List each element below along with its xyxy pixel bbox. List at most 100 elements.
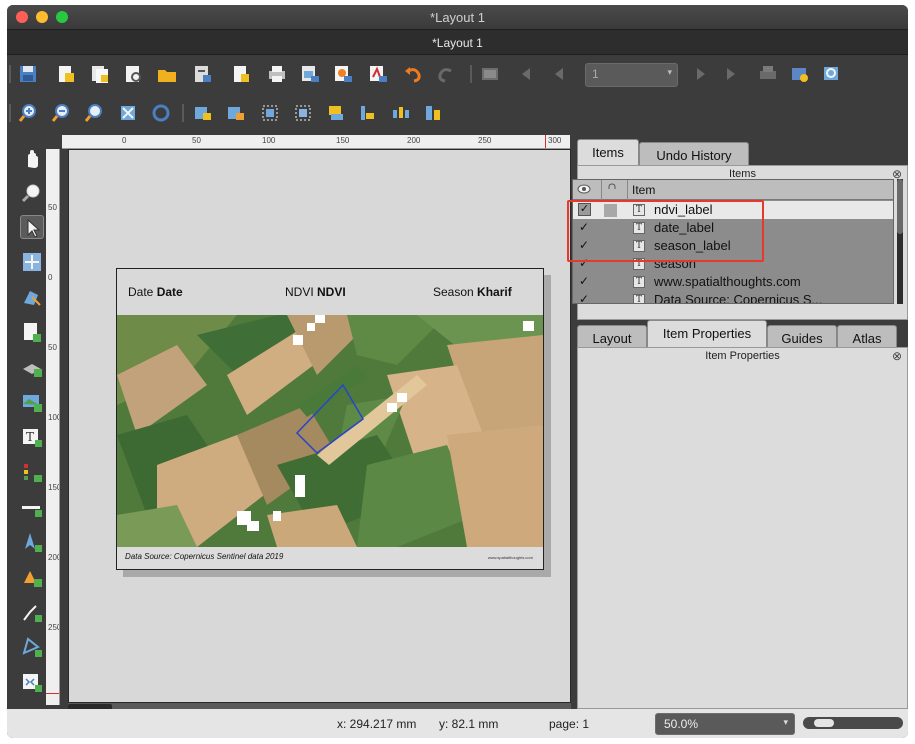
ruler-label: 0 <box>48 273 53 282</box>
zoom-slider-handle[interactable] <box>814 719 835 727</box>
atlas-settings-icon[interactable] <box>789 63 811 85</box>
refresh-icon[interactable] <box>150 102 172 124</box>
item-row-season-label[interactable]: ✓ T season_label <box>573 237 893 255</box>
undo-icon[interactable] <box>402 63 424 85</box>
add-3d-map-icon[interactable] <box>20 355 44 379</box>
item-row-website[interactable]: ✓ T www.spatialthoughts.com <box>573 273 893 291</box>
tab-atlas[interactable]: Atlas <box>837 325 897 347</box>
ungroup-items-icon[interactable] <box>292 102 314 124</box>
ndvi-label-item[interactable]: NDVI NDVI <box>285 285 346 299</box>
zoom-combo[interactable]: 50.0% ▾ <box>655 713 795 735</box>
toolbar-separator <box>9 65 11 83</box>
add-map-icon[interactable] <box>20 390 44 414</box>
layout-manager-icon[interactable] <box>122 63 144 85</box>
item-label: season_label <box>654 238 731 253</box>
atlas-preview-icon[interactable] <box>479 63 501 85</box>
visibility-checkbox[interactable]: ✓ <box>579 220 589 234</box>
ruler-label: 100 <box>48 413 59 422</box>
tab-guides[interactable]: Guides <box>767 325 837 347</box>
add-polyline-icon[interactable] <box>20 600 44 624</box>
layout-page[interactable]: Date Date NDVI NDVI Season Kharif Data S… <box>116 268 544 570</box>
website-label[interactable]: www.spatialthoughts.com <box>488 555 533 560</box>
tab-undo-history[interactable]: Undo History <box>639 142 749 165</box>
duplicate-layout-icon[interactable] <box>89 63 111 85</box>
last-feature-icon[interactable] <box>720 63 742 85</box>
close-icon[interactable]: ⊗ <box>892 349 902 363</box>
lock-checkbox[interactable] <box>604 204 617 217</box>
align-left-icon[interactable] <box>357 102 379 124</box>
item-row-date-label[interactable]: ✓ T date_label <box>573 219 893 237</box>
save-template-icon[interactable] <box>192 63 214 85</box>
select-tool-button[interactable] <box>20 215 44 239</box>
lock-column-header[interactable] <box>602 180 628 200</box>
add-polygon-icon[interactable] <box>20 635 44 659</box>
lock-items-icon[interactable] <box>192 102 214 124</box>
move-content-icon[interactable] <box>20 250 44 274</box>
visibility-checkbox[interactable]: ✓ <box>579 292 589 303</box>
export-image-icon[interactable] <box>299 63 321 85</box>
zoom-in-icon[interactable] <box>17 102 39 124</box>
item-row-ndvi-label[interactable]: ✓ T ndvi_label <box>573 201 893 219</box>
zoom-actual-icon[interactable] <box>83 102 105 124</box>
zoom-tool-icon[interactable] <box>20 181 44 205</box>
tab-layout[interactable]: Layout <box>577 325 647 348</box>
redo-icon[interactable] <box>435 63 457 85</box>
atlas-page-value: 1 <box>592 67 599 81</box>
distribute-icon[interactable] <box>390 102 412 124</box>
visibility-checkbox[interactable]: ✓ <box>579 256 589 270</box>
visibility-checkbox[interactable]: ✓ <box>578 203 591 216</box>
map-item[interactable] <box>117 315 543 547</box>
zoom-full-icon[interactable] <box>117 102 139 124</box>
add-shape-icon[interactable] <box>20 565 44 589</box>
print-icon[interactable] <box>266 63 288 85</box>
items-scrollbar[interactable] <box>897 179 903 304</box>
print-atlas-icon[interactable] <box>757 63 779 85</box>
add-page-icon[interactable] <box>230 63 252 85</box>
add-scalebar-icon[interactable] <box>20 495 44 519</box>
item-label: season <box>654 256 696 271</box>
document-tab[interactable]: *Layout 1 <box>7 36 908 50</box>
visibility-checkbox[interactable]: ✓ <box>579 274 589 288</box>
add-label-icon[interactable]: T <box>20 425 44 449</box>
add-north-arrow-icon[interactable] <box>20 530 44 554</box>
export-pdf-icon[interactable] <box>367 63 389 85</box>
layout-toolbar: 1 ▾ <box>7 56 908 92</box>
tab-items[interactable]: Items <box>577 139 639 165</box>
items-tree[interactable]: Item ✓ T ndvi_label ✓ T date_label ✓ T s… <box>572 179 894 304</box>
visibility-checkbox[interactable]: ✓ <box>579 238 589 252</box>
raise-items-icon[interactable] <box>325 102 347 124</box>
edit-nodes-icon[interactable] <box>20 285 44 309</box>
item-row-season[interactable]: ✓ T season <box>573 255 893 273</box>
data-source-label[interactable]: Data Source: Copernicus Sentinel data 20… <box>125 552 283 561</box>
add-page-tool-icon[interactable] <box>20 320 44 344</box>
visibility-column-header[interactable] <box>573 180 602 200</box>
zoom-slider[interactable] <box>803 717 903 729</box>
unlock-items-icon[interactable] <box>225 102 247 124</box>
export-svg-icon[interactable] <box>332 63 354 85</box>
first-feature-icon[interactable] <box>515 63 537 85</box>
date-label-item[interactable]: Date Date <box>128 285 183 299</box>
previous-feature-icon[interactable] <box>548 63 570 85</box>
tab-item-properties[interactable]: Item Properties <box>647 320 767 347</box>
items-scrollbar-thumb[interactable] <box>897 179 903 234</box>
resize-items-icon[interactable] <box>422 102 444 124</box>
atlas-page-combo[interactable]: 1 ▾ <box>585 63 678 87</box>
pan-icon[interactable] <box>20 147 44 171</box>
item-row-data-source[interactable]: ✓ T Data Source: Copernicus S... <box>573 291 893 303</box>
item-label: ndvi_label <box>654 202 713 217</box>
item-column-header[interactable]: Item <box>628 180 893 200</box>
group-items-icon[interactable] <box>259 102 281 124</box>
add-legend-icon[interactable] <box>20 460 44 484</box>
next-feature-icon[interactable] <box>690 63 712 85</box>
add-html-icon[interactable] <box>20 670 44 694</box>
date-caption: Date <box>128 285 154 299</box>
open-folder-icon[interactable] <box>156 63 178 85</box>
season-label-item[interactable]: Season Kharif <box>433 285 512 299</box>
zoom-out-icon[interactable] <box>50 102 72 124</box>
text-item-icon: T <box>633 240 645 252</box>
item-label: www.spatialthoughts.com <box>654 274 801 289</box>
zoom-value: 50.0% <box>664 717 699 731</box>
save-icon[interactable] <box>17 63 39 85</box>
atlas-export-icon[interactable] <box>821 63 843 85</box>
new-layout-icon[interactable] <box>55 63 77 85</box>
